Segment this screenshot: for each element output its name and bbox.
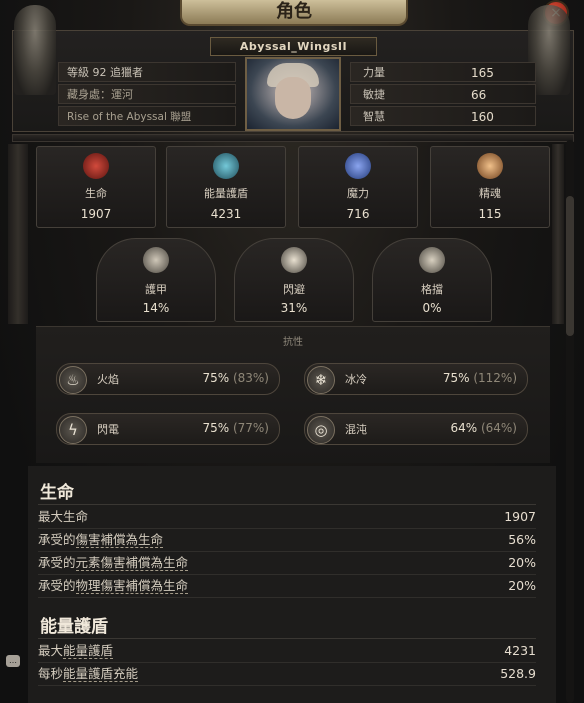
block-icon <box>419 247 445 273</box>
section-title-energy-shield: 能量護盾 <box>40 617 108 637</box>
detail-row[interactable]: 最大能量護盾 4231 <box>38 640 536 663</box>
keyword-link[interactable]: 傷害補償為生命 <box>75 532 164 548</box>
detail-value: 56% <box>508 532 536 547</box>
stat-spirit: 精魂 115 <box>430 146 550 228</box>
resist-value: 75% (112%) <box>442 371 517 385</box>
chat-icon[interactable]: … <box>6 655 20 667</box>
character-portrait <box>245 57 341 131</box>
stat-label: 魔力 <box>347 187 369 200</box>
attribute-label: 力量 <box>363 66 385 79</box>
evasion-icon <box>281 247 307 273</box>
stat-value: 1907 <box>80 207 112 221</box>
detail-value: 20% <box>508 555 536 570</box>
detail-key: 承受的元素傷害補償為生命 <box>38 555 189 571</box>
detail-value: 1907 <box>504 509 536 524</box>
stat-details-list[interactable]: 生命 最大生命 1907 承受的傷害補償為生命 56% 承受的元素傷害補償為生命… <box>28 466 556 703</box>
resist-lightning: ϟ 閃電 75% (77%) <box>56 413 280 445</box>
left-statue-ornament <box>14 5 56 95</box>
mana-icon <box>345 153 371 179</box>
window-title: 角色 <box>180 0 408 26</box>
resist-value: 75% (77%) <box>202 421 269 435</box>
spirit-icon <box>477 153 503 179</box>
stat-value: 14% <box>142 301 170 315</box>
detail-key: 每秒能量護盾充能 <box>38 666 139 682</box>
stat-energy-shield: 能量護盾 4231 <box>166 146 286 228</box>
resist-fire: ♨ 火焰 75% (83%) <box>56 363 280 395</box>
ornament-divider <box>12 134 574 142</box>
detail-key: 最大能量護盾 <box>38 643 114 659</box>
detail-value: 20% <box>508 578 536 593</box>
shield-icon <box>213 153 239 179</box>
attribute-value: 165 <box>471 66 494 80</box>
right-pillar <box>552 144 564 324</box>
attribute-dexterity: 敏捷 66 <box>350 84 536 104</box>
character-name: Abyssal_WingsII <box>210 37 377 56</box>
chaos-icon: ◎ <box>307 416 335 444</box>
stat-value: 0% <box>422 301 442 315</box>
keyword-link[interactable]: 能量護盾 <box>63 643 114 659</box>
detail-row[interactable]: 每秒能量護盾充能 528.9 <box>38 663 536 686</box>
stat-armour: 護甲 14% <box>96 238 216 322</box>
attribute-value: 160 <box>471 110 494 124</box>
stat-label: 生命 <box>85 187 107 200</box>
resist-label: 火焰 <box>97 373 119 386</box>
left-pillar <box>8 144 28 324</box>
stat-mana: 魔力 716 <box>298 146 418 228</box>
stat-label: 能量護盾 <box>204 187 248 200</box>
stat-value: 31% <box>280 301 308 315</box>
attribute-label: 敏捷 <box>363 88 385 101</box>
stat-value: 4231 <box>210 207 242 221</box>
detail-key: 最大生命 <box>38 509 89 524</box>
stat-block: 格擋 0% <box>372 238 492 322</box>
stat-label: 閃避 <box>283 283 305 296</box>
resistances-title: 抗性 <box>283 337 303 348</box>
keyword-link[interactable]: 物理傷害補償為生命 <box>75 578 189 594</box>
stat-label: 護甲 <box>145 283 167 296</box>
resist-cold: ❄ 冰冷 75% (112%) <box>304 363 528 395</box>
resist-label: 冰冷 <box>345 373 367 386</box>
resist-value: 75% (83%) <box>202 371 269 385</box>
detail-value: 528.9 <box>500 666 536 681</box>
cold-icon: ❄ <box>307 366 335 394</box>
character-hideout: 藏身處：運河 <box>58 84 236 104</box>
attribute-value: 66 <box>471 88 487 102</box>
lightning-icon: ϟ <box>59 416 87 444</box>
character-league: Rise of the Abyssal 聯盟 <box>58 106 236 126</box>
attribute-intelligence: 智慧 160 <box>350 106 536 126</box>
detail-key: 承受的傷害補償為生命 <box>38 532 164 548</box>
keyword-link[interactable]: 能量護盾充能 <box>63 666 139 682</box>
stat-label: 格擋 <box>421 283 443 296</box>
resistances-panel: 抗性 ♨ 火焰 75% (83%) ❄ 冰冷 75% (112%) ϟ 閃電 7… <box>36 326 550 463</box>
detail-row[interactable]: 承受的傷害補償為生命 56% <box>38 529 536 552</box>
resist-label: 混沌 <box>345 423 367 436</box>
stat-label: 精魂 <box>479 187 501 200</box>
attribute-label: 智慧 <box>363 110 385 123</box>
heart-icon <box>83 153 109 179</box>
detail-row[interactable]: 最大生命 1907 <box>38 506 536 529</box>
resist-value: 64% (64%) <box>450 421 517 435</box>
detail-value: 4231 <box>504 643 536 658</box>
fire-icon: ♨ <box>59 366 87 394</box>
scrollbar-thumb[interactable] <box>566 196 574 336</box>
stat-life: 生命 1907 <box>36 146 156 228</box>
detail-row[interactable]: 承受的物理傷害補償為生命 20% <box>38 575 536 598</box>
section-title-life: 生命 <box>40 483 74 503</box>
character-level-class: 等級 92 追獵者 <box>58 62 236 82</box>
keyword-link[interactable]: 元素傷害補償為生命 <box>75 555 189 571</box>
detail-key: 承受的物理傷害補償為生命 <box>38 578 189 594</box>
attribute-strength: 力量 165 <box>350 62 536 82</box>
armour-icon <box>143 247 169 273</box>
stat-value: 115 <box>478 207 502 221</box>
stat-value: 716 <box>346 207 370 221</box>
detail-row[interactable]: 承受的元素傷害補償為生命 20% <box>38 552 536 575</box>
resist-label: 閃電 <box>97 423 119 436</box>
resist-chaos: ◎ 混沌 64% (64%) <box>304 413 528 445</box>
stat-evasion: 閃避 31% <box>234 238 354 322</box>
